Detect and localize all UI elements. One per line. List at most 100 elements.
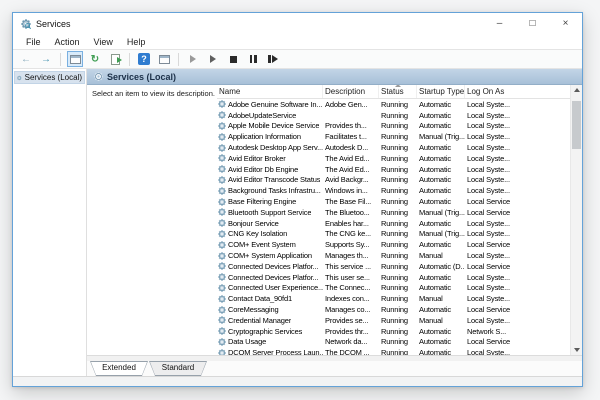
service-startup-type: Manual (Trig...: [417, 208, 465, 217]
service-name-cell[interactable]: Bluetooth Support Service: [217, 208, 323, 217]
service-name-cell[interactable]: Connected User Experience...: [217, 283, 323, 292]
export-list-icon[interactable]: [107, 51, 123, 67]
scroll-up-icon[interactable]: [571, 85, 582, 95]
column-header-description[interactable]: Description: [323, 85, 379, 98]
service-name-cell[interactable]: DCOM Server Process Laun...: [217, 348, 323, 355]
service-gear-icon: [218, 219, 226, 227]
resume-service-icon[interactable]: [205, 51, 221, 67]
service-name-cell[interactable]: Application Information: [217, 132, 323, 141]
service-name-cell[interactable]: Connected Devices Platfor...: [217, 273, 323, 282]
service-description: Avid Backgr...: [323, 175, 379, 184]
column-header-log-on-as[interactable]: Log On As: [465, 85, 570, 98]
help-icon[interactable]: ?: [136, 51, 152, 67]
service-name-cell[interactable]: Autodesk Desktop App Serv...: [217, 143, 323, 152]
service-row[interactable]: Application Information Facilitates t...…: [217, 131, 570, 142]
service-row[interactable]: DCOM Server Process Laun... The DCOM ...…: [217, 347, 570, 355]
service-row[interactable]: Adobe Genuine Software In... Adobe Gen..…: [217, 99, 570, 110]
tree-item-services-local[interactable]: Services (Local): [14, 71, 85, 84]
service-row[interactable]: Avid Editor Transcode Status Avid Backgr…: [217, 175, 570, 186]
stop-square-icon: [230, 56, 237, 63]
forward-icon[interactable]: →: [38, 51, 54, 67]
service-row[interactable]: Connected User Experience... The Connec.…: [217, 283, 570, 294]
service-name-cell[interactable]: Avid Editor Transcode Status: [217, 175, 323, 184]
service-name-cell[interactable]: Data Usage: [217, 337, 323, 346]
scroll-down-icon[interactable]: [571, 345, 582, 355]
service-status: Running: [379, 132, 417, 141]
minimize-button[interactable]: –: [483, 13, 516, 34]
service-name-cell[interactable]: Contact Data_90fd1: [217, 294, 323, 303]
service-row[interactable]: Bonjour Service Enables har... Running A…: [217, 218, 570, 229]
service-description: Facilitates t...: [323, 132, 379, 141]
column-header-startup-type[interactable]: Startup Type: [417, 85, 465, 98]
menu-help[interactable]: Help: [120, 37, 153, 47]
service-row[interactable]: Cryptographic Services Provides thr... R…: [217, 326, 570, 337]
service-row[interactable]: Background Tasks Infrastru... Windows in…: [217, 185, 570, 196]
service-name-cell[interactable]: COM+ System Application: [217, 251, 323, 260]
service-name-cell[interactable]: Apple Mobile Device Service: [217, 121, 323, 130]
service-row[interactable]: Autodesk Desktop App Serv... Autodesk D.…: [217, 142, 570, 153]
service-row[interactable]: Connected Devices Platfor... This servic…: [217, 261, 570, 272]
stop-service-icon[interactable]: [225, 51, 241, 67]
service-row[interactable]: Credential Manager Provides se... Runnin…: [217, 315, 570, 326]
scrollbar-track[interactable]: [571, 95, 582, 345]
service-row[interactable]: Contact Data_90fd1 Indexes con... Runnin…: [217, 293, 570, 304]
service-row[interactable]: COM+ System Application Manages th... Ru…: [217, 250, 570, 261]
service-status: Running: [379, 208, 417, 217]
menu-view[interactable]: View: [87, 37, 120, 47]
menu-file[interactable]: File: [19, 37, 48, 47]
service-row[interactable]: Avid Editor Broker The Avid Ed... Runnin…: [217, 153, 570, 164]
restart-service-icon[interactable]: [265, 51, 281, 67]
service-row[interactable]: CoreMessaging Manages co... Running Auto…: [217, 304, 570, 315]
pause-service-icon[interactable]: [245, 51, 261, 67]
menu-action[interactable]: Action: [48, 37, 87, 47]
service-startup-type: Automatic: [417, 327, 465, 336]
vertical-scrollbar[interactable]: [570, 85, 582, 355]
service-name-cell[interactable]: Background Tasks Infrastru...: [217, 186, 323, 195]
column-header-row: Name Description Status Startup Type Log…: [217, 85, 570, 99]
tab-extended[interactable]: Extended: [90, 361, 148, 376]
properties-window-icon[interactable]: [156, 51, 172, 67]
view-tabs: Extended Standard: [87, 361, 582, 376]
show-console-tree-icon[interactable]: [67, 51, 83, 67]
service-row[interactable]: Connected Devices Platfor... This user s…: [217, 272, 570, 283]
service-row[interactable]: Apple Mobile Device Service Provides th.…: [217, 121, 570, 132]
export-doc-icon: [111, 54, 120, 65]
title-bar[interactable]: Services – □ ×: [13, 13, 582, 34]
service-log-on-as: Local Syste...: [465, 294, 570, 303]
column-header-status[interactable]: Status: [379, 85, 417, 98]
service-name-cell[interactable]: Connected Devices Platfor...: [217, 262, 323, 271]
service-startup-type: Automatic: [417, 100, 465, 109]
service-startup-type: Manual (Trig...: [417, 229, 465, 238]
service-description: Autodesk D...: [323, 143, 379, 152]
service-row[interactable]: Avid Editor Db Engine The Avid Ed... Run…: [217, 164, 570, 175]
service-name-cell[interactable]: COM+ Event System: [217, 240, 323, 249]
service-name-cell[interactable]: Bonjour Service: [217, 219, 323, 228]
start-service-icon[interactable]: [185, 51, 201, 67]
column-header-name[interactable]: Name: [217, 85, 323, 98]
service-gear-icon: [218, 327, 226, 335]
service-row[interactable]: AdobeUpdateService Running Automatic Loc…: [217, 110, 570, 121]
service-name-cell[interactable]: CNG Key Isolation: [217, 229, 323, 238]
service-log-on-as: Local Syste...: [465, 229, 570, 238]
tab-standard[interactable]: Standard: [149, 361, 207, 376]
back-icon[interactable]: ←: [18, 51, 34, 67]
service-name-cell[interactable]: Avid Editor Broker: [217, 154, 323, 163]
service-name-cell[interactable]: CoreMessaging: [217, 305, 323, 314]
refresh-icon[interactable]: ↻: [87, 51, 103, 67]
service-name-cell[interactable]: Cryptographic Services: [217, 327, 323, 336]
service-gear-icon: [218, 165, 226, 173]
service-name-cell[interactable]: Credential Manager: [217, 316, 323, 325]
service-name-cell[interactable]: Base Filtering Engine: [217, 197, 323, 206]
service-row[interactable]: Data Usage Network da... Running Automat…: [217, 337, 570, 348]
service-name-cell[interactable]: Avid Editor Db Engine: [217, 165, 323, 174]
service-name-cell[interactable]: AdobeUpdateService: [217, 111, 323, 120]
service-row[interactable]: Base Filtering Engine The Base Fil... Ru…: [217, 196, 570, 207]
service-row[interactable]: CNG Key Isolation The CNG ke... Running …: [217, 229, 570, 240]
close-button[interactable]: ×: [549, 13, 582, 34]
service-name-cell[interactable]: Adobe Genuine Software In...: [217, 100, 323, 109]
service-row[interactable]: COM+ Event System Supports Sy... Running…: [217, 239, 570, 250]
service-name: Avid Editor Transcode Status: [228, 175, 320, 184]
service-row[interactable]: Bluetooth Support Service The Bluetoo...…: [217, 207, 570, 218]
scrollbar-thumb[interactable]: [572, 101, 581, 149]
maximize-button[interactable]: □: [516, 13, 549, 34]
